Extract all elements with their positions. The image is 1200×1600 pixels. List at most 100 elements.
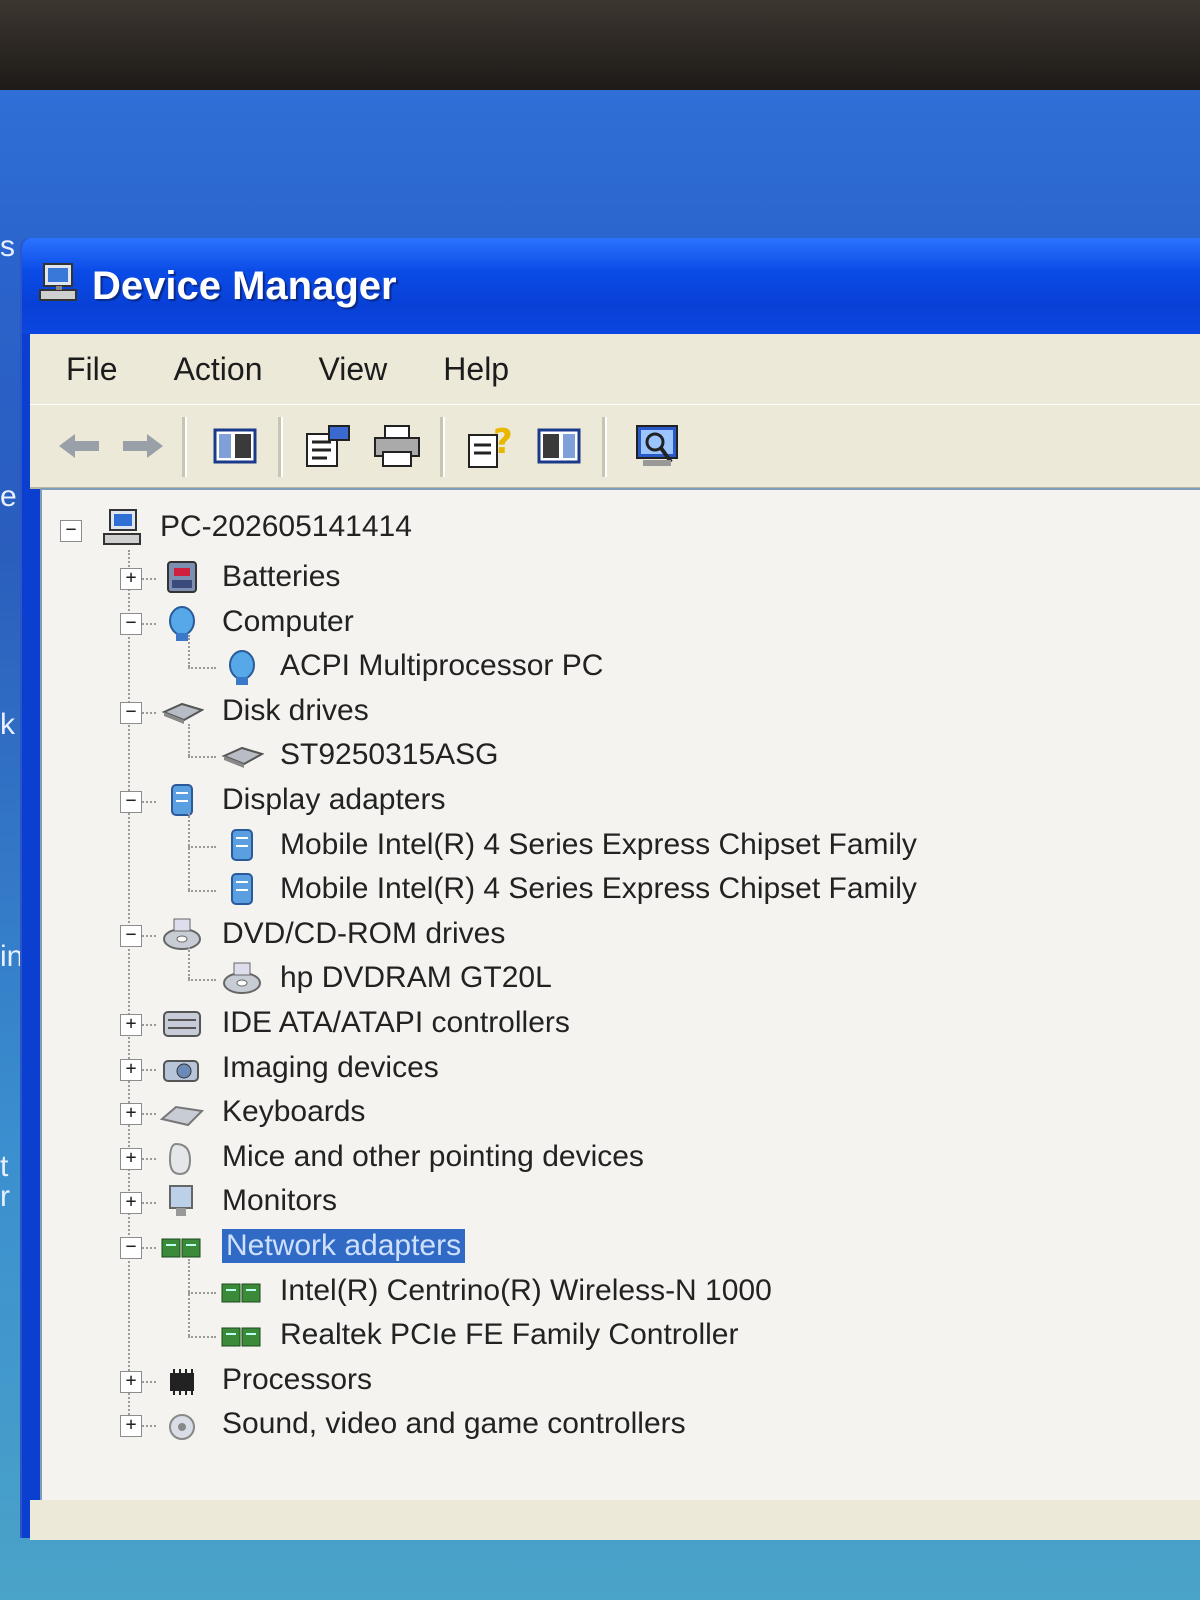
expand-toggle[interactable]: + <box>120 568 142 590</box>
device-item[interactable]: ACPI Multiprocessor PC <box>42 645 1142 689</box>
title-bar[interactable]: Device Manager <box>22 238 1200 334</box>
tree-connector <box>142 1202 156 1205</box>
device-label[interactable]: hp DVDRAM GT20L <box>280 961 552 995</box>
device-label[interactable]: Processors <box>222 1363 372 1397</box>
device-label[interactable]: Intel(R) Centrino(R) Wireless-N 1000 <box>280 1274 772 1308</box>
device-label[interactable]: ST9250315ASG <box>280 738 498 772</box>
device-category[interactable]: − Disk drives <box>42 690 1142 734</box>
desktop-icon-label[interactable]: e <box>0 480 17 514</box>
device-category[interactable]: + Batteries <box>42 556 1142 600</box>
device-category[interactable]: − DVD/CD-ROM drives <box>42 913 1142 957</box>
device-category[interactable]: + Mice and other pointing devices <box>42 1136 1142 1180</box>
desktop-icon-label[interactable]: k <box>0 708 15 742</box>
computer-icon <box>160 603 204 643</box>
device-category[interactable]: + Sound, video and game controllers <box>42 1403 1142 1447</box>
device-label[interactable]: Mobile Intel(R) 4 Series Express Chipset… <box>280 828 917 862</box>
toolbar-separator <box>602 417 607 477</box>
expand-toggle[interactable]: + <box>120 1014 142 1036</box>
collapse-toggle[interactable]: − <box>120 612 142 635</box>
print-button[interactable] <box>368 417 426 475</box>
collapse-toggle[interactable]: − <box>120 701 142 724</box>
device-label[interactable]: Keyboards <box>222 1095 365 1129</box>
collapse-toggle[interactable]: − <box>120 924 142 947</box>
svg-text:?: ? <box>493 423 513 462</box>
computer-icon <box>220 647 264 687</box>
device-category[interactable]: − Network adapters <box>42 1225 1142 1269</box>
device-label[interactable]: Mice and other pointing devices <box>222 1140 644 1174</box>
device-item[interactable]: ST9250315ASG <box>42 734 1142 778</box>
device-label[interactable]: Imaging devices <box>222 1051 439 1085</box>
tree-connector <box>188 813 190 891</box>
device-label[interactable]: Network adapters <box>222 1229 466 1263</box>
toolbar-separator <box>278 417 283 477</box>
display-adapter-icon <box>160 781 204 821</box>
device-manager-window: Device Manager File Action View Help ? −… <box>22 238 1200 1540</box>
monitor-icon <box>160 1182 204 1222</box>
tree-connector <box>188 890 216 893</box>
device-item[interactable]: hp DVDRAM GT20L <box>42 957 1142 1001</box>
device-item[interactable]: Mobile Intel(R) 4 Series Express Chipset… <box>42 868 1142 912</box>
battery-icon <box>160 558 204 598</box>
tree-connector <box>142 1425 156 1428</box>
show-hide-action-pane-button[interactable] <box>530 417 588 475</box>
menu-help[interactable]: Help <box>437 347 515 392</box>
show-hide-tree-button[interactable] <box>206 417 264 475</box>
tree-connector <box>142 801 156 803</box>
collapse-toggle[interactable]: − <box>120 791 142 813</box>
forward-icon <box>123 434 163 458</box>
monitor-bezel <box>0 0 1200 90</box>
tree-connector <box>142 1380 156 1383</box>
device-label[interactable]: Sound, video and game controllers <box>222 1407 686 1441</box>
device-label[interactable]: ACPI Multiprocessor PC <box>280 649 603 683</box>
scan-hardware-button[interactable] <box>628 417 686 475</box>
menu-file[interactable]: File <box>60 347 124 392</box>
collapse-toggle[interactable]: − <box>60 520 82 542</box>
device-label[interactable]: Display adapters <box>222 783 445 817</box>
menu-action[interactable]: Action <box>168 347 269 392</box>
desktop-icon-label[interactable]: r <box>0 1180 10 1214</box>
device-item[interactable]: Intel(R) Centrino(R) Wireless-N 1000 <box>42 1270 1142 1314</box>
tree-connector <box>142 578 156 580</box>
device-label[interactable]: Computer <box>222 605 354 639</box>
device-label[interactable]: IDE ATA/ATAPI controllers <box>222 1006 570 1040</box>
menu-view[interactable]: View <box>313 347 394 392</box>
expand-toggle[interactable]: + <box>120 1103 142 1126</box>
help-button[interactable]: ? <box>462 417 520 475</box>
device-category[interactable]: − Computer <box>42 601 1142 645</box>
device-label[interactable]: Realtek PCIe FE Family Controller <box>280 1318 738 1352</box>
device-category[interactable]: − Display adapters <box>42 779 1142 823</box>
collapse-toggle[interactable]: − <box>120 1237 142 1259</box>
display-adapter-icon <box>220 870 264 910</box>
back-button[interactable] <box>50 417 108 475</box>
device-category[interactable]: + Imaging devices <box>42 1047 1142 1091</box>
device-manager-icon <box>39 263 77 301</box>
ide-controller-icon <box>160 1004 204 1044</box>
window-title: Device Manager <box>92 264 397 308</box>
desktop-icon-label[interactable]: in <box>0 940 23 974</box>
device-category[interactable]: + IDE ATA/ATAPI controllers <box>42 1002 1142 1046</box>
device-label[interactable]: Monitors <box>222 1184 337 1218</box>
tree-connector <box>188 1259 190 1337</box>
toolbar: ? <box>30 404 1200 489</box>
device-item[interactable]: Realtek PCIe FE Family Controller <box>42 1314 1142 1358</box>
device-label[interactable]: Mobile Intel(R) 4 Series Express Chipset… <box>280 872 917 906</box>
device-tree[interactable]: − PC-202605141414 + Batteries − Computer ACPI … <box>40 488 1200 1500</box>
device-category[interactable]: + Processors <box>42 1359 1142 1403</box>
expand-toggle[interactable]: + <box>120 1192 142 1215</box>
device-item[interactable]: Mobile Intel(R) 4 Series Express Chipset… <box>42 824 1142 868</box>
device-label[interactable]: DVD/CD-ROM drives <box>222 917 505 951</box>
properties-button[interactable] <box>298 417 356 475</box>
device-category[interactable]: + Keyboards <box>42 1091 1142 1135</box>
toolbar-separator <box>182 417 187 477</box>
desktop-icon-label[interactable]: s <box>0 230 15 264</box>
expand-toggle[interactable]: + <box>120 1370 142 1393</box>
device-category[interactable]: + Monitors <box>42 1180 1142 1224</box>
device-label[interactable]: Batteries <box>222 560 340 594</box>
device-label[interactable]: Disk drives <box>222 694 369 728</box>
forward-button[interactable] <box>114 417 172 475</box>
expand-toggle[interactable]: + <box>120 1058 142 1081</box>
desktop-icon-label[interactable]: t <box>0 1150 8 1184</box>
expand-toggle[interactable]: + <box>120 1147 142 1170</box>
expand-toggle[interactable]: + <box>120 1415 142 1438</box>
tree-root-label[interactable]: PC-202605141414 <box>160 510 412 544</box>
